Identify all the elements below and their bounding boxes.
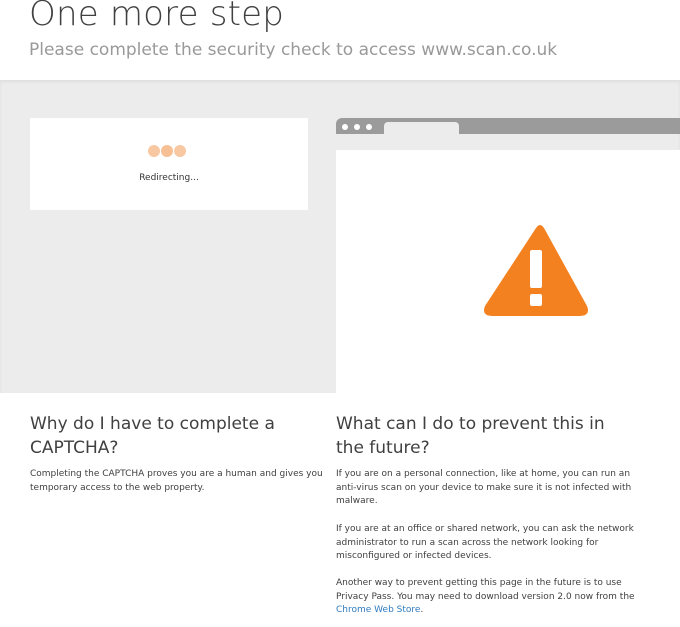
prevent-paragraph-office: If you are at an office or shared networ…	[336, 524, 634, 561]
loading-dot	[174, 145, 186, 157]
why-body: Completing the CAPTCHA proves you are a …	[30, 469, 323, 493]
browser-dot-icon	[342, 124, 348, 130]
captcha-widget: Redirecting...	[30, 118, 308, 210]
why-heading: Why do I have to complete a CAPTCHA?	[30, 414, 275, 458]
chrome-web-store-link[interactable]: Chrome Web Store	[336, 605, 420, 615]
redirecting-status: Redirecting...	[139, 173, 199, 183]
page-header: One more step Please complete the securi…	[0, 0, 680, 80]
browser-toolbar	[336, 118, 680, 134]
warning-triangle-icon	[484, 225, 588, 316]
browser-illustration	[336, 118, 680, 393]
loading-dot	[148, 145, 160, 157]
browser-dot-icon	[354, 124, 360, 130]
loading-dot	[161, 145, 173, 157]
page-subtitle: Please complete the security check to ac…	[29, 40, 558, 60]
prevent-paragraph-home: If you are on a personal connection, lik…	[336, 469, 632, 506]
page-title: One more step	[29, 0, 285, 34]
prevent-paragraph-privacy-pass: Another way to prevent getting this page…	[336, 578, 635, 615]
loading-dots-icon	[148, 142, 187, 157]
browser-dot-icon	[366, 124, 372, 130]
prevent-heading: What can I do to prevent this in the fut…	[336, 414, 605, 458]
browser-tab	[384, 122, 459, 134]
browser-window	[336, 150, 680, 393]
